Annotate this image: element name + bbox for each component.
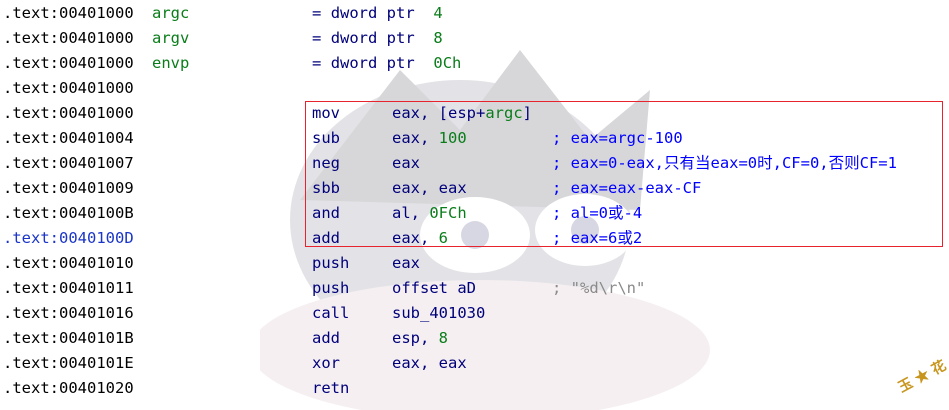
instruction-operands[interactable]: eax xyxy=(392,251,420,276)
address-label[interactable]: .text:00401020 xyxy=(3,376,134,401)
operand-text[interactable]: eax xyxy=(392,154,420,172)
instruction-mnemonic[interactable]: mov xyxy=(312,101,340,126)
variable-definition: = dword ptr 0Ch xyxy=(312,51,461,76)
address-label[interactable]: .text:0040101E xyxy=(3,351,134,376)
instruction-line[interactable]: .text:00401004 sub eax, 100 ; eax=argc-100 xyxy=(0,126,949,151)
equals-sign: = xyxy=(312,29,322,47)
equals-sign: = xyxy=(312,54,322,72)
address-label[interactable]: .text:00401000 xyxy=(3,101,134,126)
instruction-line[interactable]: .text:0040100B and al, 0FCh ; al=0或-4 xyxy=(0,201,949,226)
operand-text[interactable]: eax, eax xyxy=(392,179,467,197)
instruction-comment: ; eax=argc-100 xyxy=(552,129,683,147)
instruction-mnemonic[interactable]: and xyxy=(312,201,340,226)
instruction-line[interactable]: .text:00401007 neg eax ; eax=0-eax,只有当eax=0… xyxy=(0,151,949,176)
address-label[interactable]: .text:00401010 xyxy=(3,251,134,276)
instruction-operands[interactable]: eax, eax xyxy=(392,351,467,376)
instruction-comment: ; al=0或-4 xyxy=(552,204,643,222)
operand-identifier[interactable]: argc xyxy=(485,104,522,122)
variable-name[interactable]: envp xyxy=(152,51,189,76)
data-type: dword ptr xyxy=(330,29,415,47)
address-label[interactable]: .text:00401000 xyxy=(3,1,134,26)
address-label[interactable]: .text:00401004 xyxy=(3,126,134,151)
instruction-mnemonic[interactable]: add xyxy=(312,326,340,351)
operand-text[interactable]: eax, [esp+ xyxy=(392,104,485,122)
listing-line[interactable]: .text:00401000 envp = dword ptr 0Ch xyxy=(0,51,949,76)
operand-identifier[interactable]: 0FCh xyxy=(429,204,466,222)
address-label[interactable]: .text:0040100B xyxy=(3,201,134,226)
instruction-line[interactable]: .text:0040101E xor eax, eax xyxy=(0,351,949,376)
instruction-mnemonic[interactable]: retn xyxy=(312,376,349,401)
instruction-operands[interactable]: eax xyxy=(392,151,420,176)
data-type: dword ptr xyxy=(330,54,415,72)
offset-value: 0Ch xyxy=(433,54,462,72)
operand-identifier[interactable]: 100 xyxy=(439,129,467,147)
instruction-mnemonic[interactable]: add xyxy=(312,226,340,251)
offset-value: 8 xyxy=(433,29,443,47)
operand-text[interactable]: eax, xyxy=(392,129,439,147)
operand-text[interactable]: esp, xyxy=(392,329,439,347)
address-label[interactable]: .text:00401000 xyxy=(3,26,134,51)
operand-text[interactable]: ] xyxy=(523,104,532,122)
instruction-line[interactable]: .text:00401009 sbb eax, eax ; eax=eax-eax-C… xyxy=(0,176,949,201)
instruction-mnemonic[interactable]: sbb xyxy=(312,176,340,201)
instruction-comment: ; eax=6或2 xyxy=(552,229,643,247)
instruction-mnemonic[interactable]: call xyxy=(312,301,349,326)
instruction-operands[interactable]: al, 0FCh xyxy=(392,201,467,226)
data-type: dword ptr xyxy=(330,4,415,22)
listing-line[interactable]: .text:00401000 argc = dword ptr 4 xyxy=(0,1,949,26)
address-label[interactable]: .text:00401009 xyxy=(3,176,134,201)
instruction-line[interactable]: .text:00401016 call sub_401030 xyxy=(0,301,949,326)
instruction-operands[interactable]: eax, 6 xyxy=(392,226,448,251)
variable-name[interactable]: argv xyxy=(152,26,189,51)
variable-name[interactable]: argc xyxy=(152,1,189,26)
operand-text[interactable]: al, xyxy=(392,204,429,222)
instruction-operands[interactable]: esp, 8 xyxy=(392,326,448,351)
instruction-mnemonic[interactable]: xor xyxy=(312,351,340,376)
instruction-comment: ; eax=0-eax,只有当eax=0时,CF=0,否则CF=1 xyxy=(552,154,897,172)
operand-text[interactable]: eax xyxy=(392,254,420,272)
instruction-operands[interactable]: sub_401030 xyxy=(392,301,485,326)
variable-definition: = dword ptr 4 xyxy=(312,1,443,26)
instruction-mnemonic[interactable]: sub xyxy=(312,126,340,151)
operand-text[interactable]: sub_401030 xyxy=(392,304,485,322)
variable-definition: = dword ptr 8 xyxy=(312,26,443,51)
instruction-operands[interactable]: offset aD xyxy=(392,276,476,301)
offset-value: 4 xyxy=(433,4,443,22)
instruction-line[interactable]: .text:0040101B add esp, 8 xyxy=(0,326,949,351)
instruction-line[interactable]: .text:0040100D add eax, 6 ; eax=6或2 xyxy=(0,226,949,251)
instruction-mnemonic[interactable]: push xyxy=(312,276,349,301)
instruction-line[interactable]: .text:00401010 push eax xyxy=(0,251,949,276)
instruction-line[interactable]: .text:00401011 push offset aD ; "%d\r\n" xyxy=(0,276,949,301)
instruction-operands[interactable]: eax, 100 xyxy=(392,126,467,151)
operand-identifier[interactable]: 8 xyxy=(439,329,448,347)
equals-sign: = xyxy=(312,4,322,22)
operand-text[interactable]: offset aD xyxy=(392,279,476,297)
listing-line[interactable]: .text:00401000 xyxy=(0,76,949,101)
listing-line[interactable]: .text:00401000 argv = dword ptr 8 xyxy=(0,26,949,51)
address-label[interactable]: .text:00401000 xyxy=(3,76,134,101)
address-label[interactable]: .text:00401007 xyxy=(3,151,134,176)
operand-text[interactable]: eax, xyxy=(392,229,439,247)
address-label[interactable]: .text:0040100D xyxy=(3,226,134,251)
instruction-comment: ; eax=eax-eax-CF xyxy=(552,179,702,197)
instruction-mnemonic[interactable]: push xyxy=(312,251,349,276)
instruction-operands[interactable]: eax, [esp+argc] xyxy=(392,101,532,126)
address-label[interactable]: .text:00401000 xyxy=(3,51,134,76)
instruction-comment: ; "%d\r\n" xyxy=(552,279,646,297)
operand-text[interactable]: eax, eax xyxy=(392,354,467,372)
instruction-line[interactable]: .text:00401020 retn xyxy=(0,376,949,401)
instruction-line[interactable]: .text:00401000 mov eax, [esp+argc] xyxy=(0,101,949,126)
address-label[interactable]: .text:0040101B xyxy=(3,326,134,351)
address-label[interactable]: .text:00401011 xyxy=(3,276,134,301)
instruction-operands[interactable]: eax, eax xyxy=(392,176,467,201)
operand-identifier[interactable]: 6 xyxy=(439,229,448,247)
address-label[interactable]: .text:00401016 xyxy=(3,301,134,326)
instruction-mnemonic[interactable]: neg xyxy=(312,151,340,176)
